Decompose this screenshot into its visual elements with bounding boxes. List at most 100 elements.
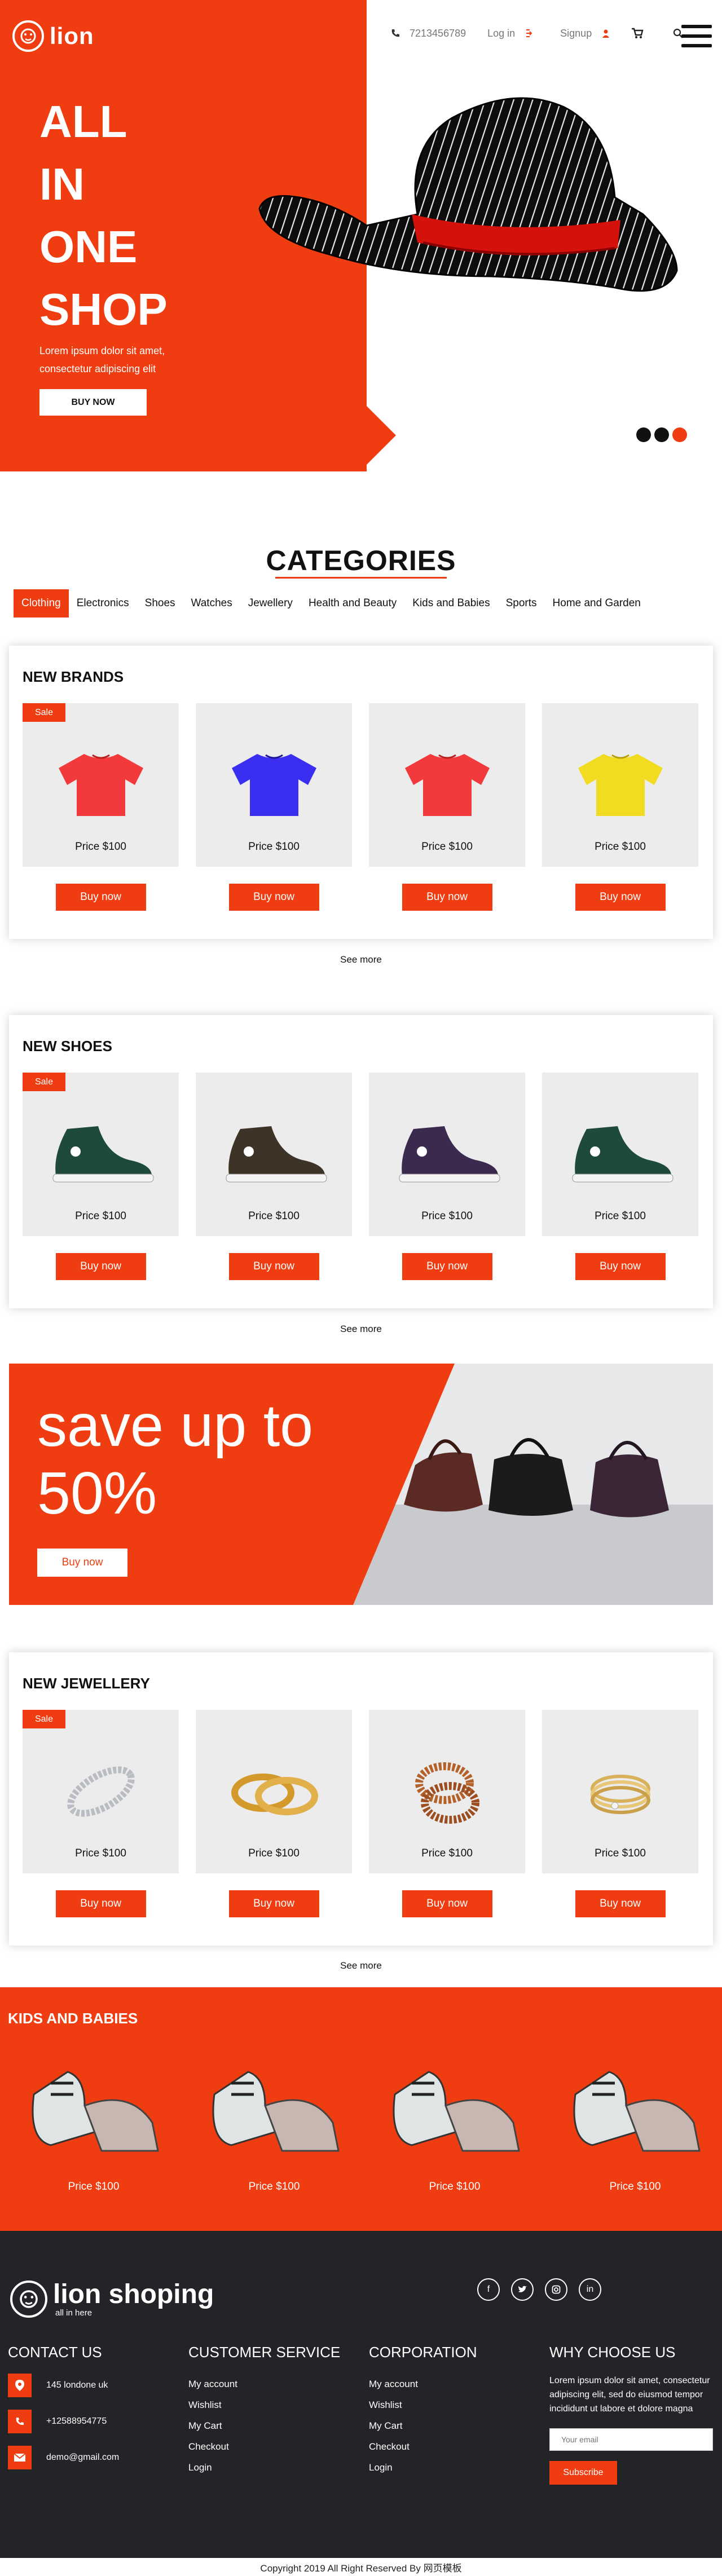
email-text[interactable]: demo@gmail.com	[46, 2452, 119, 2463]
product-image[interactable]: Price $100	[196, 1073, 352, 1236]
product-image[interactable]: Price $100	[369, 1073, 525, 1236]
baby-shoes-image	[393, 2071, 520, 2152]
hero-title: ALL IN ONE SHOP	[39, 90, 168, 341]
product-image[interactable]: Price $100	[196, 1710, 352, 1873]
buy-now-button[interactable]: Buy now	[402, 1890, 492, 1917]
twitter-icon[interactable]	[511, 2278, 534, 2301]
footer-link[interactable]: My Cart	[369, 2415, 538, 2436]
footer-link[interactable]: Wishlist	[188, 2394, 358, 2415]
buy-now-button[interactable]: Buy now	[402, 1253, 492, 1280]
product-price: Price $100	[421, 1847, 473, 1859]
baby-shoes-image	[573, 2071, 701, 2152]
new-brands-panel: NEW BRANDS Sale Price $100 Buy now Price…	[9, 646, 713, 939]
buy-now-button[interactable]: Buy now	[55, 884, 146, 911]
tab-jewellery[interactable]: Jewellery	[240, 589, 301, 617]
sale-badge: Sale	[23, 1710, 65, 1728]
see-more-link[interactable]: See more	[0, 1324, 722, 1335]
user-icon[interactable]	[600, 27, 612, 39]
slider-dot[interactable]	[654, 427, 669, 442]
login-icon[interactable]	[523, 27, 535, 39]
footer-logo[interactable]: lion shoping all in here	[10, 2281, 214, 2318]
product-price: Price $100	[595, 1210, 646, 1222]
see-more-link[interactable]: See more	[0, 954, 722, 965]
product-image[interactable]: Price $100	[369, 1710, 525, 1873]
tab-kids-babies[interactable]: Kids and Babies	[404, 589, 498, 617]
tab-home-garden[interactable]: Home and Garden	[545, 589, 649, 617]
tab-health-beauty[interactable]: Health and Beauty	[301, 589, 404, 617]
footer-link[interactable]: My account	[369, 2374, 538, 2394]
kids-product-card[interactable]: Price $100	[378, 2061, 531, 2193]
phone-icon	[389, 27, 402, 39]
product-price: Price $100	[248, 2181, 300, 2193]
lion-logo-icon	[12, 20, 44, 52]
footer-link[interactable]: Checkout	[188, 2436, 358, 2457]
footer-link[interactable]: Login	[188, 2457, 358, 2478]
product-image[interactable]: Price $100	[542, 1710, 698, 1873]
kids-product-card[interactable]: Price $100	[17, 2061, 170, 2193]
buy-now-button[interactable]: Buy now	[228, 1253, 319, 1280]
buy-now-button[interactable]: Buy now	[402, 884, 492, 911]
mail-icon	[8, 2446, 32, 2469]
site-footer: lion shoping all in here f in CONTACT US…	[0, 2231, 722, 2576]
footer-link[interactable]: My Cart	[188, 2415, 358, 2436]
footer-link[interactable]: My account	[188, 2374, 358, 2394]
newsletter-email-input[interactable]	[549, 2428, 713, 2451]
buy-now-button[interactable]: Buy now	[228, 1890, 319, 1917]
product-image[interactable]: Price $100	[196, 703, 352, 867]
hamburger-menu-button[interactable]	[681, 25, 712, 47]
tab-shoes[interactable]: Shoes	[137, 589, 183, 617]
promo-banner: save up to 50% Buy now	[9, 1364, 713, 1605]
sneaker-icon	[52, 1126, 153, 1183]
tshirt-icon	[58, 754, 143, 816]
hero-section: lion ALL IN ONE SHOP Lorem ipsum dolor s…	[0, 0, 722, 471]
see-more-link[interactable]: See more	[0, 1960, 722, 1971]
phone-number[interactable]: 7213456789	[410, 28, 466, 39]
kids-product-card[interactable]: Price $100	[197, 2061, 351, 2193]
kids-product-card[interactable]: Price $100	[558, 2061, 712, 2193]
bangles-icon	[415, 1762, 479, 1824]
product-image[interactable]: Price $100	[369, 703, 525, 867]
buy-now-button[interactable]: Buy now	[575, 1890, 666, 1917]
product-image[interactable]: Sale Price $100	[23, 1073, 179, 1236]
footer-link[interactable]: Checkout	[369, 2436, 538, 2457]
tab-electronics[interactable]: Electronics	[69, 589, 137, 617]
footer-link[interactable]: Login	[369, 2457, 538, 2478]
product-image[interactable]: Sale Price $100	[23, 1710, 179, 1873]
signup-link[interactable]: Signup	[560, 28, 592, 39]
slider-dot-active[interactable]	[672, 427, 687, 442]
section-title: KIDS AND BABIES	[8, 2010, 138, 2027]
buy-now-button[interactable]: Buy now	[228, 884, 319, 911]
product-image[interactable]: Price $100	[542, 1073, 698, 1236]
product-price: Price $100	[609, 2181, 661, 2193]
buy-now-button[interactable]: Buy now	[55, 1253, 146, 1280]
tab-watches[interactable]: Watches	[183, 589, 240, 617]
instagram-icon[interactable]	[545, 2278, 567, 2301]
tshirt-icon	[578, 754, 663, 816]
product-card: Sale Price $100 Buy now	[23, 703, 179, 911]
location-pin-icon	[8, 2374, 32, 2397]
tab-sports[interactable]: Sports	[498, 589, 545, 617]
menu-bar	[681, 44, 712, 47]
sale-badge: Sale	[23, 1073, 65, 1091]
buy-now-button[interactable]: Buy now	[55, 1890, 146, 1917]
product-image[interactable]: Sale Price $100	[23, 703, 179, 867]
buy-now-button[interactable]: Buy now	[575, 884, 666, 911]
footer-heading: CORPORATION	[369, 2344, 477, 2361]
footer-tagline: all in here	[55, 2308, 93, 2318]
phone-text[interactable]: +12588954775	[46, 2416, 107, 2427]
slider-dot[interactable]	[636, 427, 651, 442]
linkedin-icon[interactable]: in	[579, 2278, 601, 2301]
promo-buy-now-button[interactable]: Buy now	[37, 1549, 127, 1577]
login-link[interactable]: Log in	[487, 28, 515, 39]
category-tabs: Clothing Electronics Shoes Watches Jewel…	[14, 589, 649, 617]
product-image[interactable]: Price $100	[542, 703, 698, 867]
site-logo[interactable]: lion	[12, 20, 94, 52]
footer-link[interactable]: Wishlist	[369, 2394, 538, 2415]
buy-now-button[interactable]: Buy now	[575, 1253, 666, 1280]
cart-icon[interactable]	[631, 27, 644, 39]
footer-corporation-column: CORPORATION My account Wishlist My Cart …	[369, 2344, 538, 2478]
hero-buy-now-button[interactable]: BUY NOW	[39, 389, 147, 416]
tab-clothing[interactable]: Clothing	[14, 589, 69, 617]
facebook-icon[interactable]: f	[477, 2278, 500, 2301]
subscribe-button[interactable]: Subscribe	[549, 2461, 617, 2485]
